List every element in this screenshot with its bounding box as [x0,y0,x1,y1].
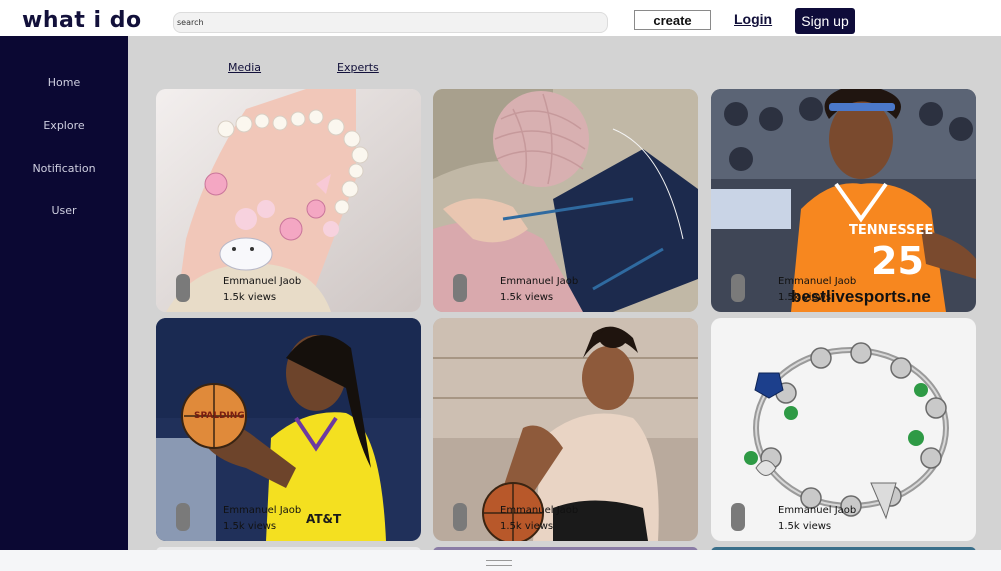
card-author: Emmanuel Jaob [778,276,857,287]
resize-handle-icon[interactable] [486,560,512,566]
card-views: 1.5k views [778,521,832,532]
sidebar-item-user[interactable]: User [0,204,128,217]
card-views: 1.5k views [500,521,554,532]
sidebar-item-home[interactable]: Home [0,76,128,89]
media-card[interactable]: Emmanuel Jaob 1.5k views [433,318,698,541]
card-author: Emmanuel Jaob [223,505,302,516]
media-card[interactable]: Emmanuel Jaob 1.5k views [433,89,698,312]
svg-text:AT&T: AT&T [306,512,342,526]
media-card[interactable]: Emmanuel Jaob 1.5k views [156,89,421,312]
card-author: Emmanuel Jaob [500,276,579,287]
svg-text:25: 25 [871,239,924,283]
watermark-text: bestlivesports.ne [791,287,931,306]
search-input[interactable] [173,12,608,33]
sidebar-item-explore[interactable]: Explore [0,119,128,132]
card-author: Emmanuel Jaob [500,505,579,516]
card-views: 1.5k views [500,292,554,303]
card-views: 1.5k views [223,521,277,532]
media-card[interactable]: TENNESSEE 25 Emmanuel Jaob 1.5k views be… [711,89,976,312]
sidebar-item-notification[interactable]: Notification [0,162,128,175]
app-logo[interactable]: what i do [22,8,142,33]
tab-media[interactable]: Media [228,61,261,74]
tab-experts[interactable]: Experts [337,61,379,74]
signup-button[interactable]: Sign up [795,8,855,34]
card-author: Emmanuel Jaob [778,505,857,516]
card-views: 1.5k views [223,292,277,303]
svg-text:SPALDING: SPALDING [194,411,245,421]
sidebar: Home Explore Notification User [0,36,128,571]
svg-text:TENNESSEE: TENNESSEE [849,223,933,238]
top-bar: what i do create Login Sign up [0,0,1001,36]
login-link[interactable]: Login [734,11,772,27]
media-card[interactable]: SPALDING AT&T Emmanuel Jaob 1.5k views [156,318,421,541]
media-card[interactable]: Emmanuel Jaob 1.5k views [711,318,976,541]
card-author: Emmanuel Jaob [223,276,302,287]
create-button[interactable]: create [634,10,711,30]
